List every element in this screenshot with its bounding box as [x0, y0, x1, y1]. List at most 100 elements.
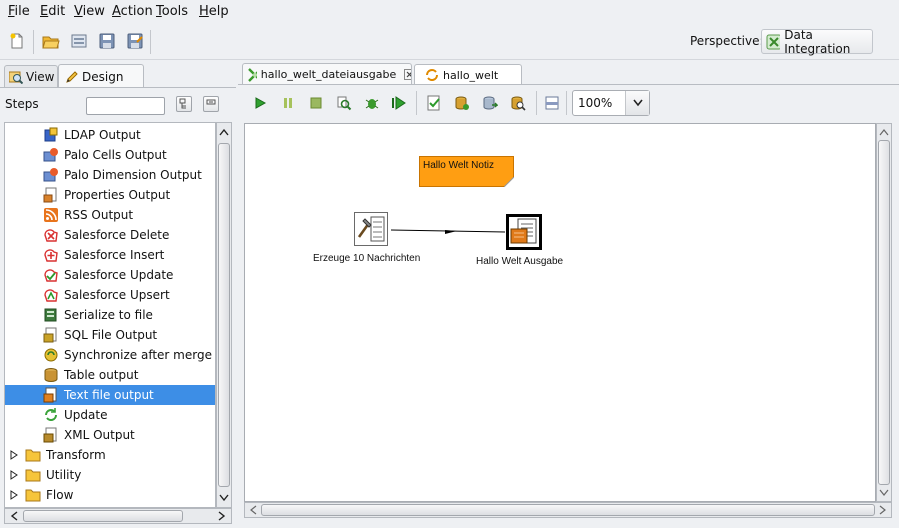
verify-button[interactable]: [424, 93, 444, 113]
expand-all-button[interactable]: [176, 96, 192, 112]
show-results-button[interactable]: [542, 93, 562, 113]
properties-output-icon: [43, 187, 57, 203]
tree-item-synchronize-after-merge[interactable]: Synchronize after merge: [5, 345, 215, 365]
tab-view[interactable]: View: [4, 65, 58, 87]
serialize-to-file-icon: [44, 308, 57, 322]
save-as-button[interactable]: [124, 31, 146, 51]
design-pencil-icon: [66, 70, 78, 83]
transformation-canvas[interactable]: Hallo Welt Notiz Erzeuge 10 Nachrichten …: [244, 123, 876, 502]
salesforce-upsert-icon: [44, 289, 58, 302]
save-button[interactable]: [96, 31, 118, 51]
menu-edit[interactable]: Edit: [40, 4, 65, 19]
tree-item-salesforce-delete[interactable]: Salesforce Delete: [5, 225, 215, 245]
new-file-icon: [10, 33, 23, 49]
open-folder-icon: [42, 36, 60, 49]
expand-arrow-icon[interactable]: [9, 490, 19, 500]
canvas-vscroll-thumb[interactable]: [878, 140, 890, 485]
impact-button[interactable]: [452, 93, 472, 113]
editor-panel: hallo_welt_dateiausgabe hallo_welt 100% …: [238, 61, 899, 528]
explore-repository-button[interactable]: [68, 31, 90, 51]
tree-item-palo-cells-output[interactable]: Palo Cells Output: [5, 145, 215, 165]
collapse-tree-icon: [206, 99, 216, 105]
sql-button[interactable]: [480, 93, 500, 113]
results-pane-icon: [545, 96, 559, 110]
expand-arrow-icon[interactable]: [9, 450, 19, 460]
tree-item-salesforce-upsert[interactable]: Salesforce Upsert: [5, 285, 215, 305]
toolbar-separator: [566, 91, 567, 115]
synchronize-after-merge-icon: [44, 348, 58, 362]
tree-item-rss-output[interactable]: RSS Output: [5, 205, 215, 225]
zoom-select[interactable]: 100%: [572, 90, 650, 116]
replay-icon: [392, 96, 406, 110]
scroll-right-icon[interactable]: [876, 503, 890, 517]
tab-hallo-welt[interactable]: hallo_welt: [414, 64, 522, 85]
scroll-left-icon[interactable]: [7, 509, 21, 523]
menu-view[interactable]: View: [74, 4, 105, 19]
stop-button[interactable]: [306, 93, 326, 113]
tree-folder-utility[interactable]: Utility: [5, 465, 215, 485]
step-generate-rows[interactable]: [354, 212, 388, 246]
palo-cells-output-icon: [43, 148, 58, 162]
collapse-all-button[interactable]: [203, 96, 219, 112]
menu-bar: File Edit View Action Tools Help: [0, 0, 899, 24]
tree-vertical-scrollbar[interactable]: [216, 122, 232, 508]
sql-icon: [483, 96, 498, 110]
close-tab-icon[interactable]: [404, 69, 411, 80]
perspective-button[interactable]: Data Integration: [761, 28, 873, 56]
scroll-up-icon[interactable]: [217, 125, 231, 139]
save-icon: [99, 33, 115, 49]
scroll-up-icon[interactable]: [877, 125, 891, 139]
tree-horizontal-scrollbar[interactable]: [4, 508, 232, 524]
expand-arrow-icon[interactable]: [9, 470, 19, 480]
tab-design[interactable]: Design: [58, 64, 144, 88]
folder-icon: [25, 489, 41, 502]
tab-divider: [0, 87, 236, 88]
tree-folder-flow[interactable]: Flow: [5, 485, 215, 505]
menu-file[interactable]: File: [8, 4, 30, 19]
tree-item-salesforce-insert[interactable]: Salesforce Insert: [5, 245, 215, 265]
open-button[interactable]: [40, 31, 62, 51]
tree-item-update[interactable]: Update: [5, 405, 215, 425]
run-button[interactable]: [250, 93, 270, 113]
transformation-icon: [248, 67, 257, 82]
scroll-right-icon[interactable]: [215, 509, 229, 523]
canvas-horizontal-scrollbar[interactable]: [244, 502, 892, 518]
tree-item-serialize-to-file[interactable]: Serialize to file: [5, 305, 215, 325]
tree-item-ldap-output[interactable]: LDAP Output: [5, 125, 215, 145]
step-text-file-output[interactable]: [506, 214, 542, 250]
salesforce-insert-icon: [44, 249, 58, 262]
tree-item-table-output[interactable]: Table output: [5, 365, 215, 385]
scroll-left-icon[interactable]: [246, 503, 260, 517]
preview-icon: [337, 96, 352, 111]
replay-button[interactable]: [390, 93, 410, 113]
steps-search-input[interactable]: [86, 97, 165, 115]
explore-db-button[interactable]: [508, 93, 528, 113]
tree-vscroll-thumb[interactable]: [218, 143, 230, 487]
scroll-down-icon[interactable]: [877, 486, 891, 500]
tree-item-salesforce-update[interactable]: Salesforce Update: [5, 265, 215, 285]
perspective-label: Perspective:: [690, 34, 764, 48]
zoom-dropdown-button[interactable]: [625, 91, 649, 115]
play-icon: [255, 97, 267, 109]
menu-tools[interactable]: Tools: [156, 4, 188, 19]
hop-connector[interactable]: [245, 124, 877, 503]
tab-hallo-welt-dateiausgabe[interactable]: hallo_welt_dateiausgabe: [242, 63, 412, 85]
tree-folder-transform[interactable]: Transform: [5, 445, 215, 465]
canvas-vertical-scrollbar[interactable]: [876, 123, 892, 502]
canvas-hscroll-thumb[interactable]: [261, 504, 875, 516]
menu-help[interactable]: Help: [199, 4, 229, 19]
new-file-button[interactable]: [6, 31, 28, 51]
tree-item-text-file-output[interactable]: Text file output: [5, 385, 215, 405]
scroll-down-icon[interactable]: [217, 491, 231, 505]
tree-item-xml-output[interactable]: XML Output: [5, 425, 215, 445]
menu-action[interactable]: Action: [112, 4, 153, 19]
pause-button[interactable]: [278, 93, 298, 113]
verify-icon: [427, 95, 440, 111]
tree-item-palo-dimension-output[interactable]: Palo Dimension Output: [5, 165, 215, 185]
tree-item-sql-file-output[interactable]: SQL File Output: [5, 325, 215, 345]
tree-hscroll-thumb[interactable]: [23, 510, 183, 522]
preview-button[interactable]: [334, 93, 354, 113]
table-output-icon: [44, 368, 58, 382]
tree-item-properties-output[interactable]: Properties Output: [5, 185, 215, 205]
debug-button[interactable]: [362, 93, 382, 113]
